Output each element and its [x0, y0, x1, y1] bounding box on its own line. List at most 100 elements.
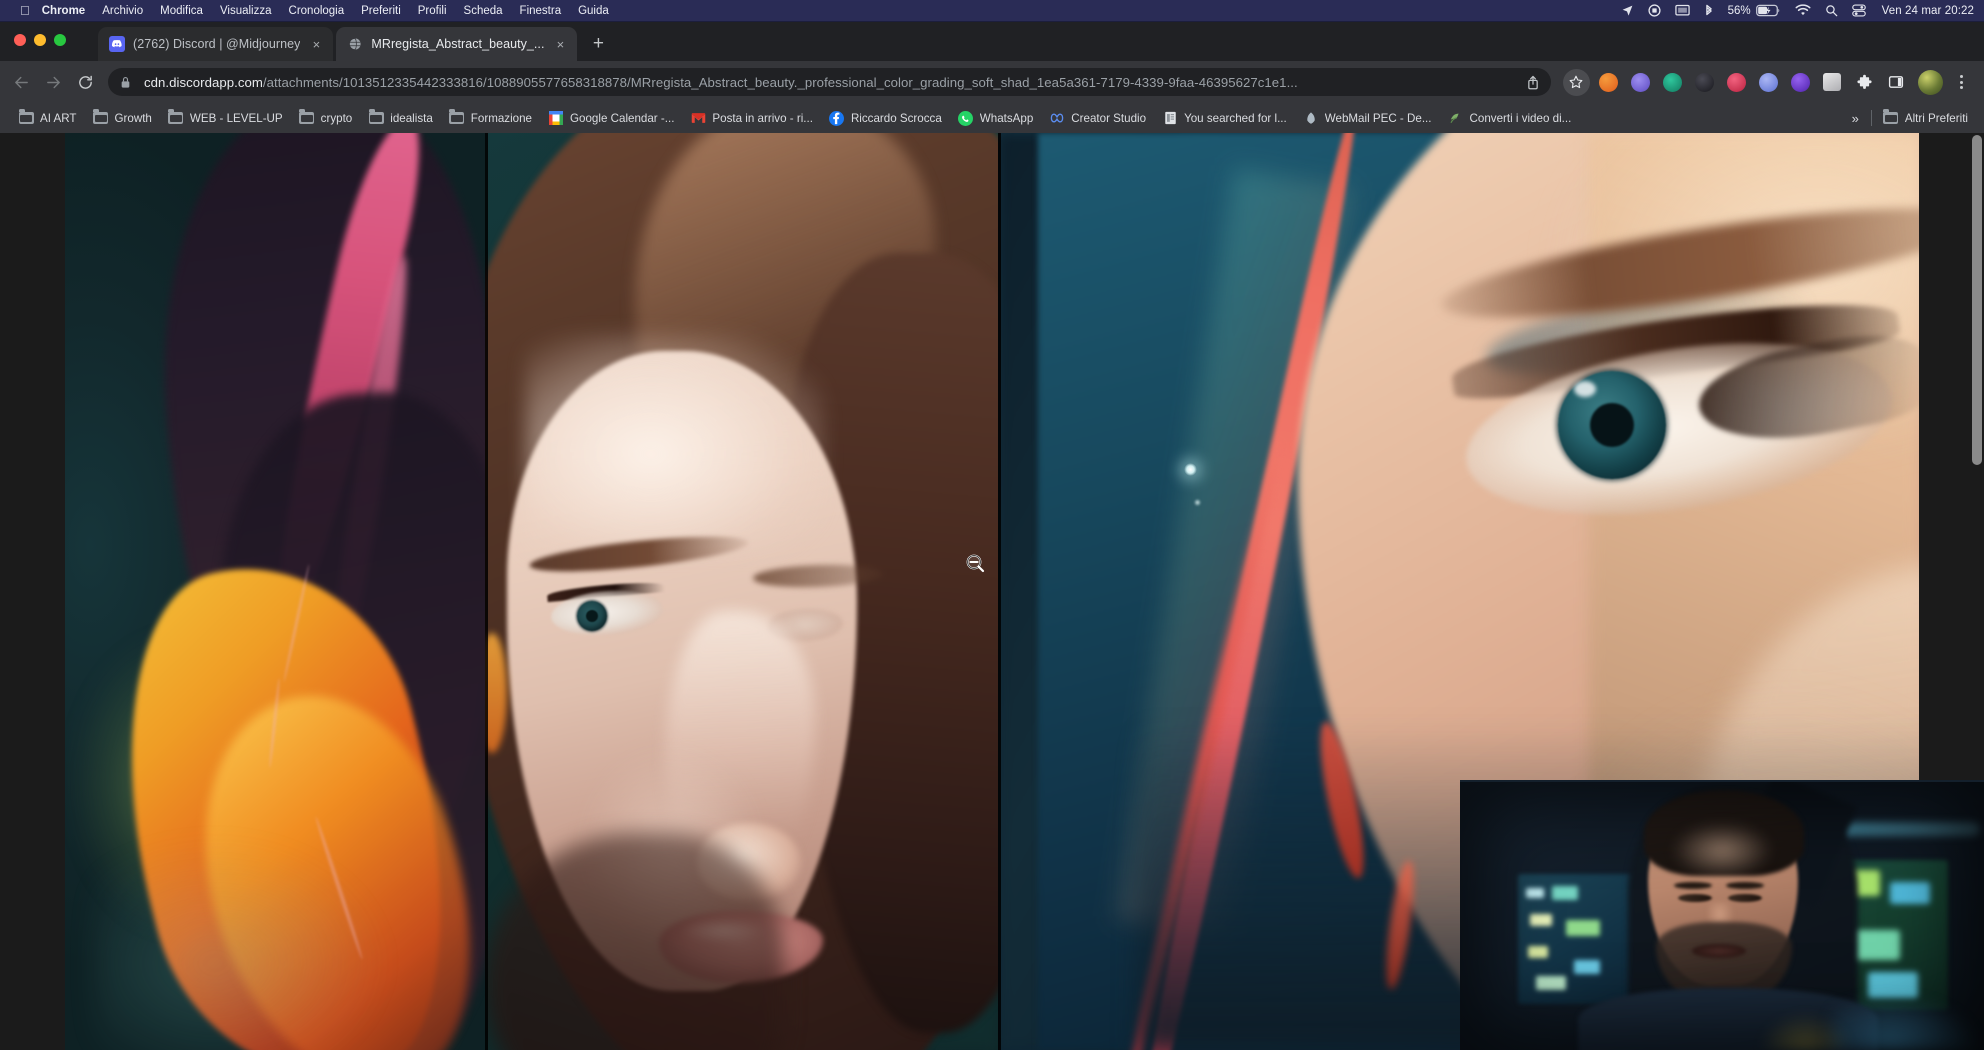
apple-logo-icon[interactable]:  — [20, 4, 30, 17]
menu-item-archivio[interactable]: Archivio — [102, 5, 143, 17]
eye-highlight — [1574, 381, 1596, 397]
lock-icon[interactable] — [120, 76, 136, 89]
bookmark-label: WEB - LEVEL-UP — [190, 112, 283, 125]
url-path: /attachments/1013512335442333816/1088905… — [263, 75, 1298, 90]
bookmark-formazione[interactable]: Formazione — [441, 107, 540, 129]
zoom-out-cursor — [965, 553, 985, 573]
window-traffic-lights — [14, 34, 66, 46]
extension-green-n-icon[interactable] — [1659, 69, 1686, 96]
folder-icon — [18, 110, 34, 126]
bookmark-google-calendar[interactable]: Google Calendar -... — [540, 107, 682, 129]
monitor-left — [1518, 874, 1638, 1004]
bookmark-crypto[interactable]: crypto — [291, 107, 361, 129]
menu-item-visualizza[interactable]: Visualizza — [220, 5, 272, 17]
extension-dark-icon[interactable] — [1691, 69, 1718, 96]
bookmark-other-bookmarks[interactable]: Altri Preferiti — [1875, 107, 1976, 129]
bookmarks-bar: AI ART Growth WEB - LEVEL-UP crypto idea… — [0, 103, 1984, 133]
menu-item-finestra[interactable]: Finestra — [520, 5, 562, 17]
bookmark-you-searched-for[interactable]: You searched for l... — [1154, 107, 1295, 129]
kebab-menu-icon[interactable] — [1948, 75, 1974, 89]
browser-toolbar: cdn.discordapp.com/attachments/101351233… — [0, 61, 1984, 103]
profile-avatar[interactable] — [1918, 70, 1943, 95]
close-button[interactable] — [14, 34, 26, 46]
light-sparkle-2 — [1194, 499, 1201, 506]
bookmark-label: Google Calendar -... — [570, 112, 674, 125]
tab-discord[interactable]: (2762) Discord | @Midjourney × — [98, 27, 333, 61]
reload-icon[interactable] — [70, 67, 100, 97]
url-text: cdn.discordapp.com/attachments/101351233… — [144, 75, 1521, 90]
other-bookmarks-label: Altri Preferiti — [1905, 112, 1968, 125]
extension-violet-icon[interactable] — [1627, 69, 1654, 96]
screen-record-icon[interactable] — [1648, 4, 1661, 17]
bookmark-label: crypto — [321, 112, 353, 125]
bookmark-label: Converti i video di... — [1470, 112, 1572, 125]
bluetooth-icon[interactable] — [1704, 4, 1714, 18]
folder-icon — [93, 110, 109, 126]
bookmark-idealista[interactable]: idealista — [360, 107, 441, 129]
presenter-forehead-light — [1672, 822, 1772, 878]
display-icon[interactable] — [1675, 4, 1690, 17]
wifi-icon[interactable] — [1795, 4, 1811, 17]
tab-close-icon[interactable]: × — [552, 36, 568, 52]
menu-item-modifica[interactable]: Modifica — [160, 5, 203, 17]
bookmark-creator-studio[interactable]: Creator Studio — [1041, 107, 1154, 129]
folder-icon — [1883, 110, 1899, 126]
extension-orange-icon[interactable] — [1595, 69, 1622, 96]
menu-item-cronologia[interactable]: Cronologia — [289, 5, 345, 17]
bookmark-growth[interactable]: Growth — [85, 107, 160, 129]
bookmark-label: Formazione — [471, 112, 532, 125]
bookmark-ai-art[interactable]: AI ART — [10, 107, 85, 129]
panel-seam-1 — [485, 133, 488, 1050]
extension-white-book-icon[interactable] — [1819, 69, 1846, 96]
menu-item-chrome[interactable]: Chrome — [42, 5, 85, 17]
new-tab-button[interactable]: + — [584, 30, 612, 58]
control-center-icon[interactable] — [1852, 4, 1866, 17]
minimize-button[interactable] — [34, 34, 46, 46]
bookmark-web-level-up[interactable]: WEB - LEVEL-UP — [160, 107, 291, 129]
forward-arrow-icon[interactable] — [38, 67, 68, 97]
folder-icon — [299, 110, 315, 126]
desk-blue-glow — [1830, 994, 1980, 1050]
battery-charging-icon[interactable] — [1756, 4, 1781, 17]
search-icon[interactable] — [1825, 4, 1838, 17]
menu-bar-clock[interactable]: Ven 24 mar 20:22 — [1882, 5, 1974, 17]
extension-pink-icon[interactable] — [1723, 69, 1750, 96]
battery-percent-label: 56% — [1728, 5, 1751, 17]
scrollbar-thumb[interactable] — [1972, 135, 1982, 465]
bookmark-webmail-pec[interactable]: WebMail PEC - De... — [1295, 107, 1440, 129]
menu-item-profili[interactable]: Profili — [418, 5, 447, 17]
tab-title: MRregista_Abstract_beauty_... — [371, 37, 544, 51]
tab-image-mrregista[interactable]: MRregista_Abstract_beauty_... × — [336, 27, 577, 61]
bookmark-facebook-riccardo-scrocca[interactable]: Riccardo Scrocca — [821, 107, 950, 129]
menu-item-preferiti[interactable]: Preferiti — [361, 5, 401, 17]
extensions-puzzle-icon[interactable] — [1851, 69, 1878, 96]
extension-blue-eye-icon[interactable] — [1755, 69, 1782, 96]
back-arrow-icon[interactable] — [6, 67, 36, 97]
menu-item-guida[interactable]: Guida — [578, 5, 609, 17]
bookmark-gmail[interactable]: Posta in arrivo - ri... — [682, 107, 821, 129]
bookmark-whatsapp[interactable]: WhatsApp — [950, 107, 1042, 129]
star-icon[interactable] — [1563, 69, 1590, 96]
location-arrow-icon[interactable] — [1621, 4, 1634, 17]
folder-icon — [168, 110, 184, 126]
zoom-button[interactable] — [54, 34, 66, 46]
page-viewport — [0, 133, 1984, 1050]
menu-item-scheda[interactable]: Scheda — [464, 5, 503, 17]
webcam-overlay[interactable] — [1460, 780, 1984, 1050]
url-host: cdn.discordapp.com — [144, 75, 263, 90]
bookmarks-overflow-button[interactable]: » — [1843, 111, 1868, 126]
bookmark-label: idealista — [390, 112, 433, 125]
bookmark-label: WebMail PEC - De... — [1325, 112, 1432, 125]
tab-close-icon[interactable]: × — [308, 36, 324, 52]
teal-smoke — [95, 833, 395, 1050]
side-panel-icon[interactable] — [1883, 69, 1910, 96]
address-bar[interactable]: cdn.discordapp.com/attachments/101351233… — [108, 68, 1551, 96]
bookmark-converti-i-video[interactable]: Converti i video di... — [1440, 107, 1580, 129]
tab-title: (2762) Discord | @Midjourney — [133, 37, 300, 51]
bookmark-label: Riccardo Scrocca — [851, 112, 942, 125]
share-icon[interactable] — [1521, 70, 1545, 94]
bookmark-label: WhatsApp — [980, 112, 1034, 125]
extension-purple-s-icon[interactable] — [1787, 69, 1814, 96]
bookmark-label: You searched for l... — [1184, 112, 1287, 125]
discord-icon — [109, 36, 125, 52]
